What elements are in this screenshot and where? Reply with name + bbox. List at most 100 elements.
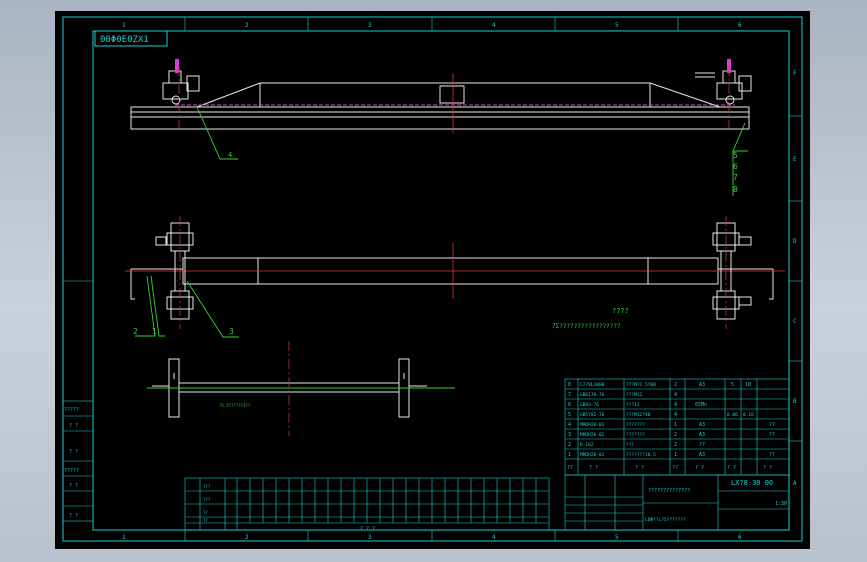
shaft-note: ?5.5??????3?? bbox=[219, 403, 251, 408]
svg-text:???M?1.5?00: ???M?1.5?00 bbox=[626, 382, 656, 388]
parts-list-text: 8 L7?8L3000 ???M?1.5?00 2 A3 5 10 7 GB61… bbox=[567, 382, 775, 471]
svg-text:4: 4 bbox=[674, 392, 677, 398]
bottom-table-footer: ? ? ? bbox=[360, 526, 375, 532]
svg-text:GB93-76: GB93-76 bbox=[580, 402, 599, 408]
balloon-3: 3 bbox=[229, 327, 234, 336]
svg-text:??: ?? bbox=[672, 465, 678, 471]
svg-text:1: 1 bbox=[122, 534, 126, 541]
svg-text:1: 1 bbox=[674, 422, 677, 428]
svg-text:??: ?? bbox=[567, 465, 573, 471]
svg-text:5: 5 bbox=[615, 534, 619, 541]
svg-text:10: 10 bbox=[745, 382, 751, 388]
elevation-view bbox=[130, 59, 752, 196]
svg-text:2: 2 bbox=[674, 442, 677, 448]
drawing-number: LX?8 30 00 bbox=[731, 479, 773, 487]
svg-text:MRDH20-01: MRDH20-01 bbox=[580, 452, 605, 458]
code-box-text: 00Φ0Ε0ZX1 bbox=[100, 35, 149, 45]
svg-text:MRDH20-02: MRDH20-02 bbox=[580, 432, 605, 438]
balloon-8: 8 bbox=[733, 185, 738, 194]
svg-text:4: 4 bbox=[674, 402, 677, 408]
svg-text:? ?: ? ? bbox=[727, 465, 736, 471]
outer-border bbox=[62, 16, 803, 542]
svg-text:5: 5 bbox=[615, 22, 619, 29]
cad-drawing: 1 2 3 4 5 6 1 2 3 4 5 6 F E D C B A 00Φ0… bbox=[62, 16, 803, 542]
balloon-6: 6 bbox=[733, 162, 738, 171]
svg-text:A3: A3 bbox=[699, 382, 705, 388]
svg-text:2: 2 bbox=[245, 22, 249, 29]
svg-text:65Mn: 65Mn bbox=[695, 402, 707, 408]
balloon-5: 5 bbox=[733, 151, 738, 160]
svg-text:A3: A3 bbox=[699, 432, 705, 438]
svg-text:3: 3 bbox=[568, 432, 571, 438]
left-table bbox=[62, 400, 94, 522]
bottom-row-3: ?? bbox=[203, 510, 208, 515]
svg-text:4: 4 bbox=[492, 534, 496, 541]
zone-ticks bbox=[63, 17, 802, 541]
left-row-1: ????? bbox=[64, 407, 79, 413]
svg-text:5: 5 bbox=[568, 412, 571, 418]
svg-text:???: ??? bbox=[626, 442, 634, 448]
svg-text:4: 4 bbox=[674, 412, 677, 418]
svg-text:D: D bbox=[793, 238, 797, 245]
balloon-2: 2 bbox=[133, 327, 138, 336]
svg-text:1: 1 bbox=[568, 452, 571, 458]
svg-text:2: 2 bbox=[674, 432, 677, 438]
svg-text:B: B bbox=[793, 398, 797, 405]
svg-text:???????: ??????? bbox=[626, 432, 645, 438]
svg-text:1: 1 bbox=[122, 22, 126, 29]
svg-text:3: 3 bbox=[368, 534, 372, 541]
svg-text:??: ?? bbox=[769, 422, 775, 428]
svg-text:L7?8L3000: L7?8L3000 bbox=[580, 382, 605, 388]
svg-text:7: 7 bbox=[568, 392, 571, 398]
svg-text:F: F bbox=[793, 70, 797, 77]
left-row-2: ? ? bbox=[69, 423, 78, 429]
balloon-4: 4 bbox=[228, 151, 232, 159]
svg-text:???12: ???12 bbox=[626, 402, 640, 408]
svg-text:D-182: D-182 bbox=[580, 442, 594, 448]
balloon-7: 7 bbox=[733, 173, 738, 182]
bottom-row-4: ?? bbox=[203, 518, 208, 523]
inner-border bbox=[92, 30, 790, 531]
svg-text:???????: ??????? bbox=[626, 422, 645, 428]
bottom-row-2: ??? bbox=[203, 497, 211, 502]
svg-text:???????10.5: ???????10.5 bbox=[626, 452, 656, 458]
svg-text:? ?: ? ? bbox=[635, 465, 644, 471]
title-sub: LDΦ??L?5??????? bbox=[645, 517, 686, 523]
svg-text:4: 4 bbox=[492, 22, 496, 29]
svg-text:5: 5 bbox=[731, 382, 734, 388]
svg-text:GB6170-76: GB6170-76 bbox=[580, 392, 605, 398]
svg-text:???M12: ???M12 bbox=[626, 392, 643, 398]
svg-text:A3: A3 bbox=[699, 452, 705, 458]
svg-text:MRDH20-03: MRDH20-03 bbox=[580, 422, 605, 428]
plan-view bbox=[125, 216, 785, 338]
svg-text:3: 3 bbox=[368, 22, 372, 29]
svg-text:??: ?? bbox=[699, 442, 705, 448]
svg-text:6: 6 bbox=[568, 402, 571, 408]
svg-text:0.06: 0.06 bbox=[727, 412, 738, 418]
svg-text:1: 1 bbox=[674, 452, 677, 458]
svg-text:A: A bbox=[793, 480, 797, 487]
left-row-3: ? ? bbox=[69, 449, 78, 455]
row-letters: F E D C B A bbox=[793, 70, 797, 487]
svg-text:2: 2 bbox=[568, 442, 571, 448]
svg-text:C: C bbox=[793, 318, 797, 325]
svg-text:? ?: ? ? bbox=[763, 465, 772, 471]
left-row-6: ? ? bbox=[69, 513, 78, 519]
svg-text:??: ?? bbox=[769, 432, 775, 438]
svg-text:0.16: 0.16 bbox=[743, 412, 754, 418]
drawing-scale: 1:30 bbox=[775, 501, 787, 507]
drawing-sheet: 1 2 3 4 5 6 1 2 3 4 5 6 F E D C B A 00Φ0… bbox=[55, 11, 810, 549]
svg-text:2: 2 bbox=[245, 534, 249, 541]
left-row-4: ????? bbox=[64, 468, 79, 474]
note-line: 7Σ????????????????? bbox=[552, 323, 621, 330]
svg-text:6: 6 bbox=[738, 534, 742, 541]
title-main: ?????????????? bbox=[648, 488, 690, 494]
left-row-5: ? ? bbox=[69, 483, 78, 489]
shaft-view bbox=[147, 341, 455, 436]
svg-text:? ?: ? ? bbox=[695, 465, 704, 471]
bottom-table-columns bbox=[249, 478, 537, 523]
svg-text:2: 2 bbox=[674, 382, 677, 388]
svg-text:8: 8 bbox=[568, 382, 571, 388]
svg-text:GB5782-76: GB5782-76 bbox=[580, 412, 605, 418]
svg-text:6: 6 bbox=[738, 22, 742, 29]
